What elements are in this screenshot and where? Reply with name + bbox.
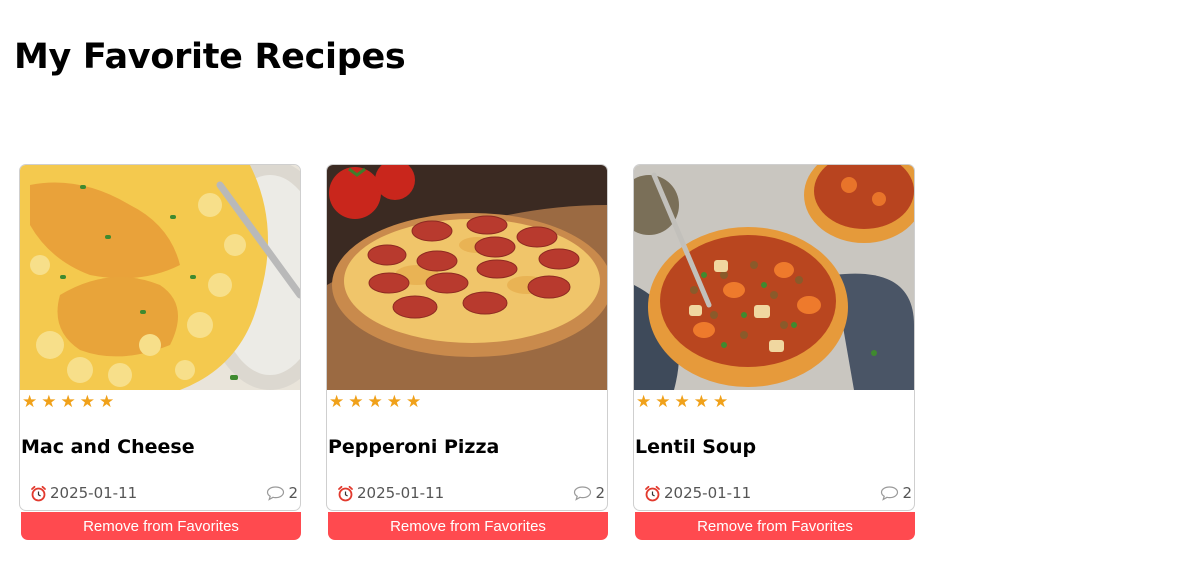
recipe-card[interactable]: ★ ★ ★ ★ ★ Lentil Soup 2025-01-11 2	[633, 164, 915, 511]
star-icon: ★	[406, 392, 422, 412]
date-group: 2025-01-11	[337, 484, 444, 502]
star-icon: ★	[22, 392, 38, 412]
recipe-title: Mac and Cheese	[21, 436, 195, 458]
recipe-title: Lentil Soup	[635, 436, 757, 458]
recipe-card[interactable]: ★ ★ ★ ★ ★ Pepperoni Pizza 2025-01-11 2	[326, 164, 608, 511]
star-icon: ★	[99, 392, 115, 412]
star-icon: ★	[367, 392, 383, 412]
comment-icon	[880, 485, 899, 501]
recipe-card[interactable]: ★ ★ ★ ★ ★ Mac and Cheese 2025-01-11 2	[19, 164, 301, 511]
recipe-meta: 2025-01-11 2	[337, 483, 605, 503]
pepperoni-pizza-image	[327, 165, 607, 390]
star-icon: ★	[386, 392, 402, 412]
comment-count-group[interactable]: 2	[880, 484, 912, 502]
recipe-card-wrapper: ★ ★ ★ ★ ★ Lentil Soup 2025-01-11 2 Remov…	[633, 164, 916, 540]
star-icon: ★	[41, 392, 57, 412]
remove-from-favorites-button[interactable]: Remove from Favorites	[21, 512, 301, 540]
recipe-meta: 2025-01-11 2	[644, 483, 912, 503]
mac-and-cheese-image	[20, 165, 300, 390]
star-icon: ★	[655, 392, 671, 412]
comment-icon	[266, 485, 285, 501]
comment-count-group[interactable]: 2	[266, 484, 298, 502]
lentil-soup-image	[634, 165, 914, 390]
star-icon: ★	[713, 392, 729, 412]
star-icon: ★	[79, 392, 95, 412]
date-group: 2025-01-11	[30, 484, 137, 502]
comment-count: 2	[902, 484, 912, 502]
rating-stars: ★ ★ ★ ★ ★	[22, 392, 114, 412]
comment-count-group[interactable]: 2	[573, 484, 605, 502]
star-icon: ★	[348, 392, 364, 412]
recipe-card-wrapper: ★ ★ ★ ★ ★ Mac and Cheese 2025-01-11 2 Re…	[19, 164, 302, 540]
alarm-clock-icon	[644, 485, 661, 502]
remove-from-favorites-button[interactable]: Remove from Favorites	[328, 512, 608, 540]
alarm-clock-icon	[337, 485, 354, 502]
comment-count: 2	[595, 484, 605, 502]
recipe-date: 2025-01-11	[357, 484, 445, 502]
recipe-date: 2025-01-11	[50, 484, 138, 502]
comment-icon	[573, 485, 592, 501]
recipe-card-wrapper: ★ ★ ★ ★ ★ Pepperoni Pizza 2025-01-11 2 R…	[326, 164, 609, 540]
page-title: My Favorite Recipes	[14, 37, 406, 77]
star-icon: ★	[674, 392, 690, 412]
star-icon: ★	[693, 392, 709, 412]
rating-stars: ★ ★ ★ ★ ★	[636, 392, 728, 412]
recipe-date: 2025-01-11	[664, 484, 752, 502]
comment-count: 2	[288, 484, 298, 502]
recipe-title: Pepperoni Pizza	[328, 436, 500, 458]
alarm-clock-icon	[30, 485, 47, 502]
recipe-card-list: ★ ★ ★ ★ ★ Mac and Cheese 2025-01-11 2 Re…	[19, 164, 916, 540]
star-icon: ★	[636, 392, 652, 412]
rating-stars: ★ ★ ★ ★ ★	[329, 392, 421, 412]
date-group: 2025-01-11	[644, 484, 751, 502]
star-icon: ★	[329, 392, 345, 412]
recipe-meta: 2025-01-11 2	[30, 483, 298, 503]
remove-from-favorites-button[interactable]: Remove from Favorites	[635, 512, 915, 540]
star-icon: ★	[60, 392, 76, 412]
